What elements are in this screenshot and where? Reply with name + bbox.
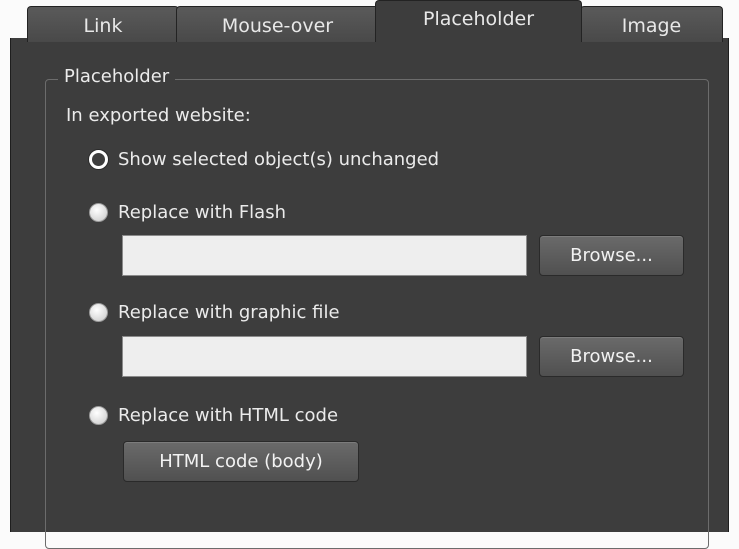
exported-website-label: In exported website:: [66, 105, 251, 126]
radio-unchecked-icon: [89, 302, 108, 322]
radio-label: Replace with HTML code: [118, 404, 339, 426]
graphic-file-input[interactable]: [122, 336, 527, 377]
browse-graphic-button[interactable]: Browse...: [539, 336, 684, 377]
group-legend: Placeholder: [58, 66, 176, 88]
tab-placeholder[interactable]: Placeholder: [375, 0, 582, 42]
radio-unchecked-icon: [89, 405, 108, 425]
radio-label: Show selected object(s) unchanged: [118, 148, 440, 170]
html-code-body-button[interactable]: HTML code (body): [123, 441, 359, 482]
tab-mouse-over[interactable]: Mouse-over: [176, 6, 379, 42]
tab-link[interactable]: Link: [27, 6, 179, 42]
radio-checked-icon: [89, 149, 108, 169]
radio-label: Replace with graphic file: [118, 301, 340, 323]
flash-file-input[interactable]: [122, 235, 527, 276]
radio-label: Replace with Flash: [118, 201, 287, 223]
radio-show-unchanged[interactable]: Show selected object(s) unchanged: [89, 147, 439, 171]
radio-replace-html[interactable]: Replace with HTML code: [89, 403, 338, 427]
radio-replace-flash[interactable]: Replace with Flash: [89, 200, 286, 224]
radio-replace-graphic[interactable]: Replace with graphic file: [89, 300, 340, 324]
radio-unchecked-icon: [89, 202, 108, 222]
tab-image[interactable]: Image: [580, 6, 723, 42]
browse-flash-button[interactable]: Browse...: [539, 235, 684, 276]
